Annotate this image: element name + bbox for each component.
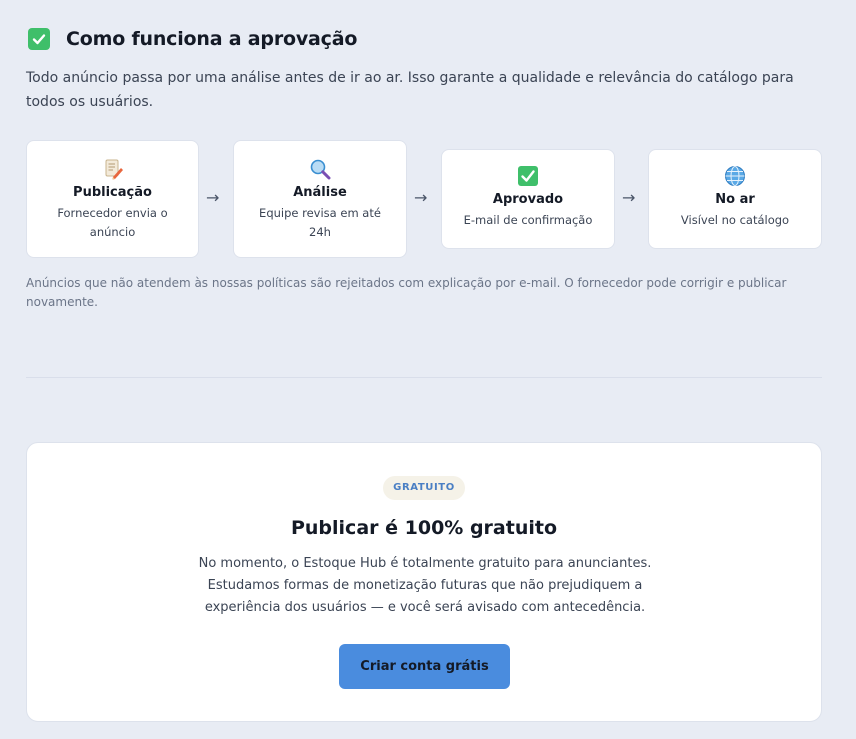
step-desc: E-mail de confirmação	[463, 213, 593, 227]
pricing-text: No momento, o Estoque Hub é totalmente g…	[198, 556, 652, 615]
check-mark-icon	[442, 164, 614, 188]
section-divider	[26, 377, 822, 378]
step-no-ar: No ar Visível no catálogo	[648, 149, 822, 249]
step-desc: Fornecedor envia o anúncio	[57, 206, 168, 239]
step-aprovado: Aprovado E-mail de confirmação	[441, 149, 615, 249]
arrow-icon: →	[622, 188, 636, 207]
arrow-icon: →	[206, 188, 220, 207]
free-badge: GRATUITO	[383, 476, 465, 500]
step-analise: Análise Equipe revisa em até 24h	[233, 140, 407, 258]
step-title: Aprovado	[492, 192, 564, 207]
step-title: Análise	[293, 185, 347, 200]
pricing-title: Publicar é 100% gratuito	[290, 517, 557, 539]
step-publicacao: Publicação Fornecedor envia o anúncio	[26, 140, 199, 258]
pricing-card: GRATUITO Publicar é 100% gratuito No mom…	[26, 442, 822, 722]
step-title: Publicação	[73, 185, 152, 200]
magnifier-icon	[234, 157, 406, 181]
rejection-note: Anúncios que não atendem às nossas polít…	[26, 276, 787, 309]
step-desc: Visível no catálogo	[680, 213, 790, 227]
globe-icon	[649, 164, 821, 188]
approval-header: Como funciona a aprovação	[28, 28, 357, 50]
check-mark-icon	[28, 28, 50, 50]
section-title: Como funciona a aprovação	[66, 28, 358, 50]
approval-steps: Publicação Fornecedor envia o anúncio → …	[26, 140, 822, 258]
create-account-button[interactable]: Criar conta grátis	[339, 644, 510, 689]
intro-text: Todo anúncio passa por uma análise antes…	[26, 70, 794, 110]
step-title: No ar	[715, 192, 755, 207]
memo-pencil-icon	[27, 157, 198, 181]
step-desc: Equipe revisa em até 24h	[259, 206, 381, 239]
arrow-icon: →	[414, 188, 428, 207]
